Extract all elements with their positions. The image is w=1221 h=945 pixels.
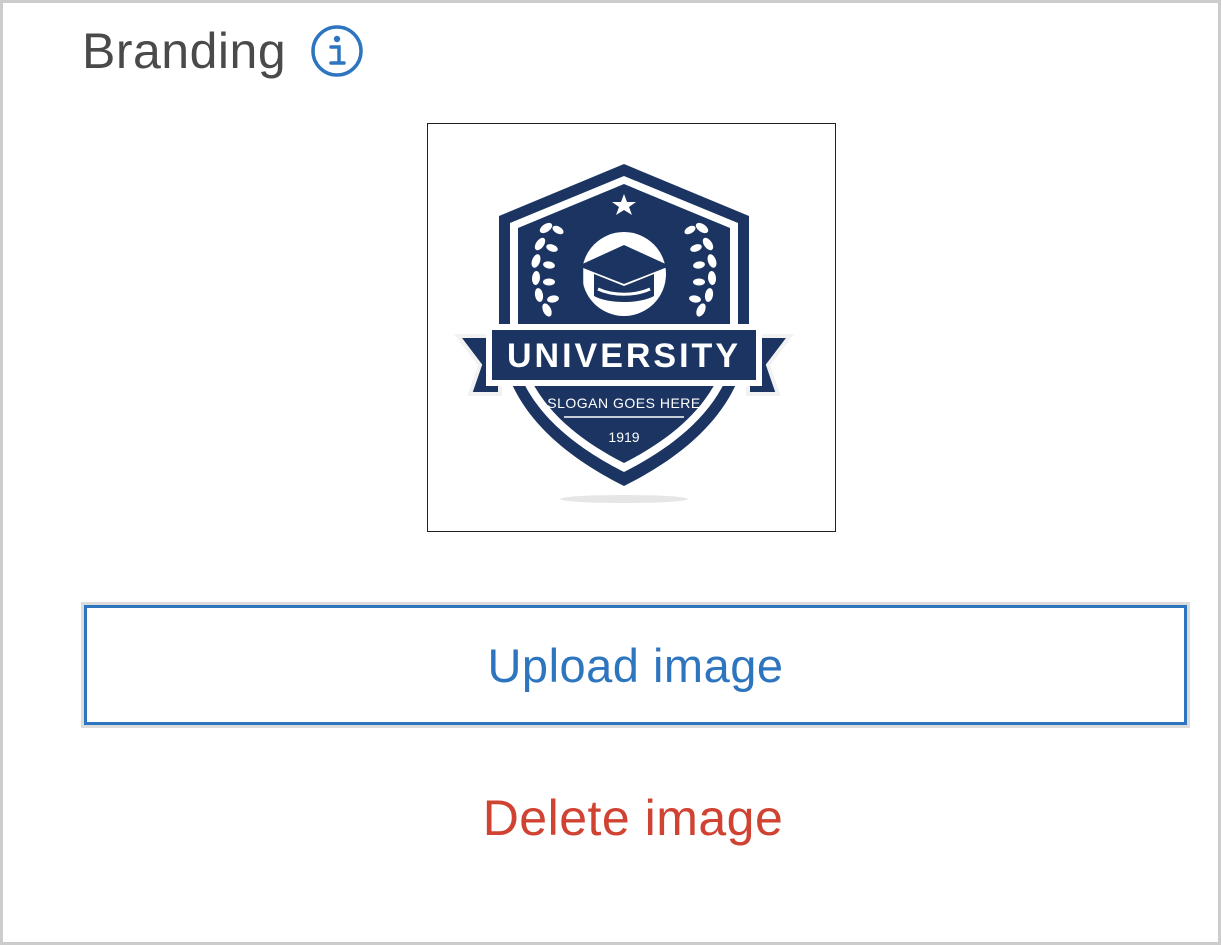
branding-panel: Branding UNIVERSITY SLOGAN GOES HERE 191… [0, 0, 1221, 945]
upload-image-button[interactable]: Upload image [81, 602, 1190, 728]
logo-year-text: 1919 [608, 429, 639, 445]
delete-image-label: Delete image [482, 790, 784, 846]
branding-logo-preview: UNIVERSITY SLOGAN GOES HERE 1919 [427, 123, 836, 532]
delete-image-button[interactable]: Delete image [303, 768, 963, 868]
branding-header: Branding [82, 21, 364, 81]
university-crest-logo: UNIVERSITY SLOGAN GOES HERE 1919 [453, 164, 795, 503]
upload-image-label: Upload image [487, 638, 784, 692]
logo-slogan-text: SLOGAN GOES HERE [547, 395, 700, 411]
info-icon[interactable] [310, 24, 364, 78]
logo-main-text: UNIVERSITY [507, 337, 741, 375]
section-title: Branding [82, 23, 287, 79]
